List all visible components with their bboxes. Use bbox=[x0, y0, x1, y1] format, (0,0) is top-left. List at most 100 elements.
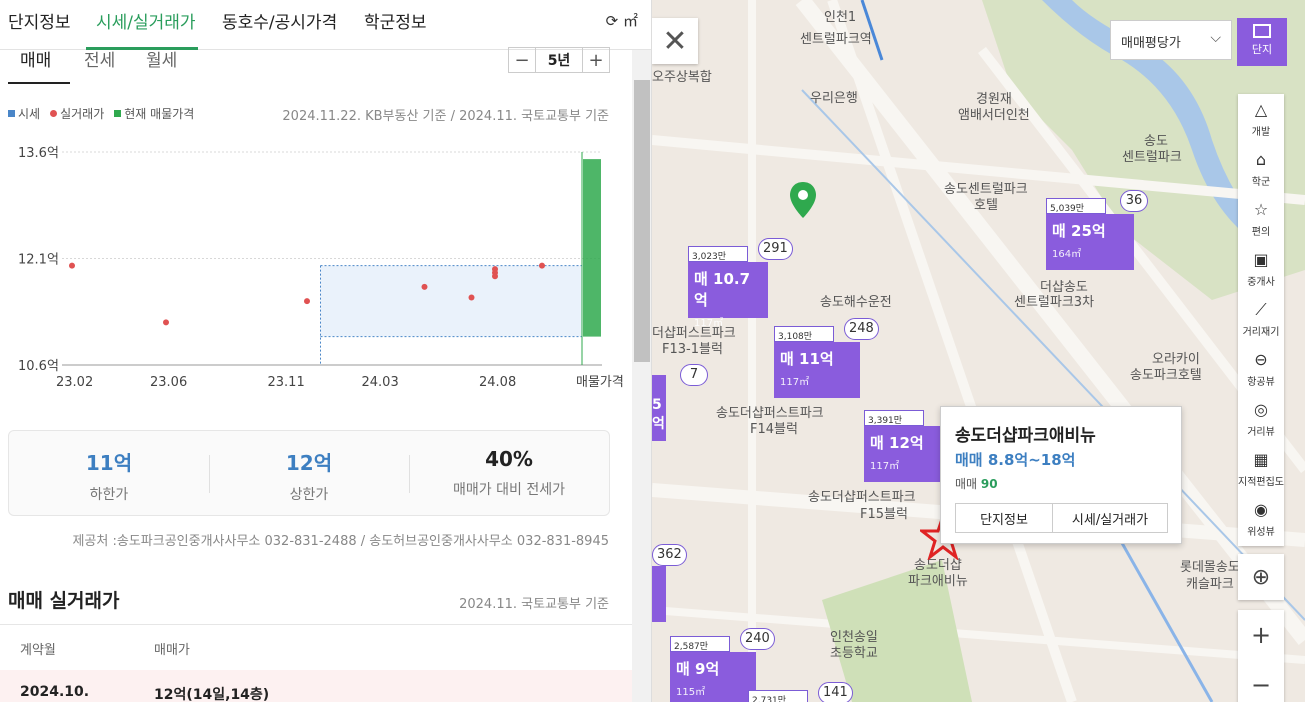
actual-trade-point bbox=[492, 273, 498, 280]
tab-unit-price[interactable]: 동호수/공시가격 bbox=[222, 8, 337, 33]
marker-unit-price: 3,108만 bbox=[774, 326, 834, 342]
map-view[interactable]: ✕ 인천1 센트럴파크역 우리은행 오주상복합 경원재 앰배서더인천 송도 센트… bbox=[652, 0, 1305, 702]
marker-price: 매 12억 bbox=[870, 434, 924, 452]
location-pin-icon[interactable] bbox=[788, 180, 818, 220]
tool-school[interactable]: ⌂ 학군 bbox=[1238, 144, 1284, 194]
x-tick-label: 매물가격 bbox=[576, 375, 624, 390]
period-plus-button[interactable]: + bbox=[583, 48, 609, 72]
period-value: 5년 bbox=[535, 48, 583, 72]
tool-aerial[interactable]: ⊖ 항공뷰 bbox=[1238, 344, 1284, 394]
popup-price-button[interactable]: 시세/실거래가 bbox=[1052, 503, 1168, 533]
period-minus-button[interactable]: − bbox=[509, 48, 535, 72]
price-marker[interactable]: 2,587만 매 9억 115㎡ 240 bbox=[670, 628, 775, 702]
price-marker[interactable]: 5,039만 매 25억 164㎡ 36 bbox=[1046, 190, 1148, 270]
stat-ratio-value: 40% bbox=[485, 447, 533, 471]
popup-count: 매매 90 bbox=[955, 477, 998, 491]
scrollbar[interactable] bbox=[632, 50, 651, 702]
x-tick-label: 23.02 bbox=[56, 375, 93, 390]
close-map-button[interactable]: ✕ bbox=[652, 18, 698, 64]
tab-price[interactable]: 시세/실거래가 bbox=[96, 8, 196, 33]
y-tick-label: 13.6억 bbox=[18, 146, 59, 161]
table-row[interactable]: 2024.10. 12억(14일,14층) bbox=[0, 670, 632, 702]
legend-actual: 실거래가 bbox=[60, 107, 105, 121]
subtab-sale[interactable]: 매매 bbox=[20, 46, 51, 71]
period-stepper: − 5년 + bbox=[508, 47, 610, 73]
legend-actual-swatch bbox=[50, 110, 58, 117]
map-label: 송도더샵 bbox=[914, 558, 962, 573]
subtab-monthly[interactable]: 월세 bbox=[146, 46, 177, 71]
map-label: 캐슬파크 bbox=[1186, 577, 1234, 592]
tool-satellite[interactable]: ◉ 위성뷰 bbox=[1238, 494, 1284, 544]
map-label: 송도 bbox=[1144, 134, 1168, 149]
subtab-jeonse[interactable]: 전세 bbox=[84, 46, 115, 71]
stat-lower-label: 하한가 bbox=[89, 487, 129, 503]
tool-measure[interactable]: ⟋ 거리재기 bbox=[1238, 294, 1284, 344]
chart-source: 2024.11.22. KB부동산 기준 / 2024.11. 국토교통부 기준 bbox=[282, 109, 609, 124]
col-month: 계약월 bbox=[20, 643, 56, 658]
close-icon: ✕ bbox=[662, 23, 688, 59]
actual-trade-point bbox=[69, 262, 75, 269]
actual-trade-point bbox=[468, 294, 475, 301]
marker-unit-price: 5,039만 bbox=[1046, 198, 1106, 214]
map-label: 센트럴파크3차 bbox=[1014, 295, 1095, 310]
chevron-down-icon: ⌵ bbox=[1210, 30, 1221, 46]
actual-trade-point bbox=[492, 266, 498, 273]
scroll-thumb[interactable] bbox=[634, 80, 650, 362]
marker-price: 매 10.7억 bbox=[694, 270, 751, 309]
cadastral-icon: ▦ bbox=[1253, 450, 1269, 469]
zoom-out-button[interactable]: − bbox=[1238, 660, 1284, 702]
zoom-in-button[interactable]: + bbox=[1238, 610, 1284, 660]
actual-trade-point bbox=[539, 262, 545, 269]
tool-agency[interactable]: ▣ 중개사 bbox=[1238, 244, 1284, 294]
locate-button[interactable]: ⊕ bbox=[1238, 554, 1284, 600]
map-label: 파크애비뉴 bbox=[908, 574, 968, 589]
price-marker[interactable]: 3,391만 매 12억 117㎡ bbox=[864, 410, 940, 482]
provider-text: 제공처 :송도파크공인중개사사무소 032-831-2488 / 송도허브공인중… bbox=[72, 534, 609, 549]
zoom-control: + − bbox=[1238, 610, 1284, 702]
aerial-icon: ⊖ bbox=[1254, 350, 1268, 369]
complex-toggle-button[interactable]: 단지 bbox=[1237, 18, 1287, 66]
agency-icon: ▣ bbox=[1253, 250, 1269, 269]
chart-legend: 시세 실거래가 현재 매물가격 bbox=[8, 105, 194, 122]
market-band bbox=[320, 265, 582, 337]
map-label: 송도더샵퍼스트파크 bbox=[716, 406, 824, 421]
complex-popup: 송도더샵파크애비뉴 매매 8.8억~18억 매매 90 단지정보 시세/실거래가 bbox=[940, 406, 1182, 544]
top-tab-bar: 단지정보 시세/실거래가 동호수/공시가격 학군정보 ⟳ ㎡ bbox=[0, 0, 651, 50]
unit-toggle-button[interactable]: ⟳ ㎡ bbox=[606, 10, 638, 31]
tool-street[interactable]: ◎ 거리뷰 bbox=[1238, 394, 1284, 444]
price-marker[interactable]: 2,731만 141 bbox=[748, 682, 853, 702]
tool-cadastral[interactable]: ▦ 지적편집도 bbox=[1238, 444, 1284, 494]
tab-school[interactable]: 학군정보 bbox=[364, 8, 427, 33]
stat-lower: 11억 하한가 bbox=[9, 447, 209, 504]
street-view-icon: ◎ bbox=[1254, 400, 1268, 419]
tool-convenience[interactable]: ☆ 편의 bbox=[1238, 194, 1284, 244]
listing-range-bar bbox=[583, 159, 601, 337]
popup-info-button[interactable]: 단지정보 bbox=[955, 503, 1053, 533]
price-type-select[interactable]: 매매평당가 ⌵ bbox=[1110, 20, 1232, 60]
tab-complex-info[interactable]: 단지정보 bbox=[8, 8, 71, 33]
row-month: 2024.10. bbox=[20, 684, 90, 700]
map-label: 경원재 bbox=[976, 92, 1012, 107]
marker-count: 240 bbox=[740, 628, 775, 650]
edge-price-marker[interactable]: 5억 bbox=[652, 375, 666, 441]
stat-ratio: 40% 매매가 대비 전세가 bbox=[409, 447, 609, 499]
price-marker[interactable]: 3,108만 매 11억 117㎡ 248 bbox=[774, 318, 879, 398]
edge-price: 5억 bbox=[652, 397, 665, 432]
edge-count-badge[interactable]: 7 bbox=[680, 364, 708, 386]
edge-count-badge[interactable]: 362 bbox=[652, 544, 687, 566]
price-type-value: 매매평당가 bbox=[1121, 36, 1181, 51]
edge-marker[interactable] bbox=[652, 566, 666, 622]
legend-listing-swatch bbox=[114, 110, 122, 117]
map-label: 송도해수운전 bbox=[820, 295, 892, 310]
actual-trade-point bbox=[163, 319, 169, 326]
tool-development[interactable]: △ 개발 bbox=[1238, 94, 1284, 144]
map-label: 오주상복합 bbox=[652, 70, 712, 85]
marker-area: 117㎡ bbox=[870, 461, 900, 472]
map-label: 센트럴파크역 bbox=[800, 32, 872, 47]
marker-area: 117㎡ bbox=[694, 318, 724, 329]
price-marker[interactable]: 3,023만 매 10.7억 117㎡ 291 bbox=[688, 238, 793, 329]
x-tick-label: 24.03 bbox=[362, 375, 399, 390]
stat-upper-label: 상한가 bbox=[289, 487, 329, 503]
stat-upper: 12억 상한가 bbox=[209, 447, 409, 504]
actual-trade-point bbox=[304, 298, 310, 305]
